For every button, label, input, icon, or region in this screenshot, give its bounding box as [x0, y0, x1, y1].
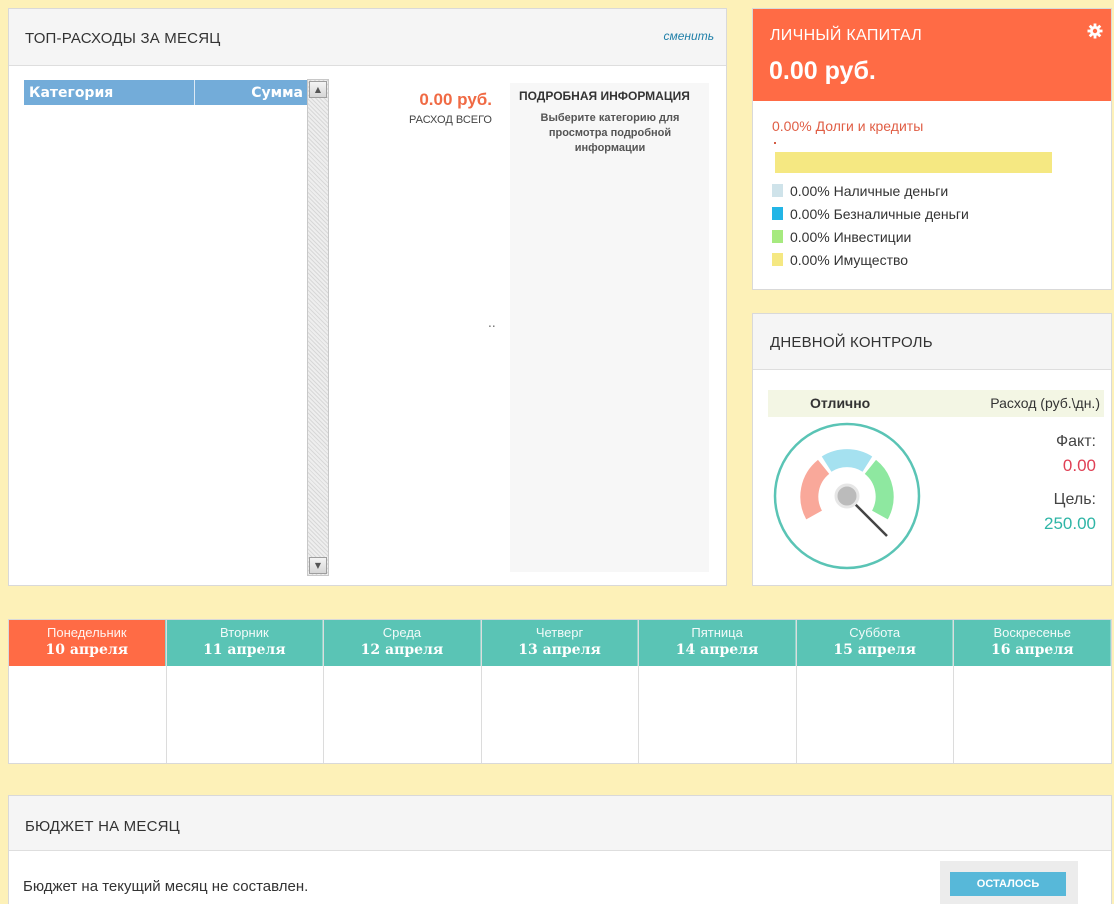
fact-label: Факт: [1055, 433, 1096, 450]
top-expenses-title: ТОП-РАСХОДЫ ЗА МЕСЯЦ [25, 30, 221, 47]
sum-column-header[interactable]: Сумма [195, 80, 307, 105]
day-date: 14 апреля [675, 642, 759, 658]
day-body[interactable] [954, 666, 1111, 764]
daily-unit: Расход (руб.\дн.) [990, 395, 1100, 411]
legend-item-property: 0.00% Имущество [772, 248, 969, 271]
speedometer-gauge [773, 422, 921, 570]
day-name: Суббота [849, 625, 901, 640]
day-column-saturday[interactable]: Суббота 15 апреля [796, 620, 955, 764]
budget-header: БЮДЖЕТ НА МЕСЯЦ [9, 796, 1111, 851]
daily-control-header: ДНЕВНОЙ КОНТРОЛЬ [753, 314, 1111, 370]
capital-header: ЛИЧНЫЙ КАПИТАЛ 0.00 руб. [753, 9, 1111, 101]
day-body[interactable] [324, 666, 481, 764]
legend-label: 0.00% Инвестиции [790, 228, 912, 245]
day-date: 12 апреля [360, 642, 444, 658]
remaining-button[interactable]: ОСТАЛОСЬ [950, 872, 1066, 896]
day-header: Воскресенье 16 апреля [954, 620, 1112, 666]
capital-title: ЛИЧНЫЙ КАПИТАЛ [770, 27, 923, 44]
day-column-friday[interactable]: Пятница 14 апреля [639, 620, 797, 763]
daily-status: Отлично [810, 395, 871, 411]
day-date: 10 апреля [45, 642, 129, 658]
day-header: Понедельник 10 апреля [9, 620, 166, 666]
capital-value: 0.00 руб. [769, 57, 876, 85]
day-name: Среда [382, 625, 422, 640]
category-column-header[interactable]: Категория [24, 80, 195, 105]
capital-legend: 0.00% Наличные деньги 0.00% Безналичные … [772, 179, 969, 271]
legend-swatch [772, 207, 783, 220]
arrow-up-icon[interactable]: ▲ [309, 81, 327, 98]
day-body[interactable] [797, 666, 954, 764]
day-header: Четверг 13 апреля [481, 620, 639, 666]
day-column-sunday[interactable]: Воскресенье 16 апреля [954, 620, 1112, 764]
day-header: Пятница 14 апреля [639, 620, 796, 666]
day-date: 15 апреля [833, 642, 916, 658]
legend-label: 0.00% Имущество [790, 251, 909, 268]
change-link[interactable]: сменить [664, 29, 714, 43]
total-expense-amount: 0.00 руб. [419, 90, 492, 109]
gear-icon[interactable] [1087, 23, 1103, 39]
total-expense-label: РАСХОД ВСЕГО [409, 114, 492, 126]
legend-swatch [772, 184, 783, 197]
day-name: Понедельник [47, 625, 127, 640]
legend-label: 0.00% Наличные деньги [790, 182, 949, 199]
day-column-thursday[interactable]: Четверг 13 апреля [481, 620, 640, 764]
chart-placeholder: .. [488, 316, 496, 330]
top-expenses-header: ТОП-РАСХОДЫ ЗА МЕСЯЦ сменить [9, 9, 726, 66]
day-name: Воскресенье [993, 625, 1071, 640]
day-name: Четверг [535, 625, 584, 640]
daily-control-panel: ДНЕВНОЙ КОНТРОЛЬ Отлично Расход (руб.\дн… [752, 313, 1112, 586]
debt-marker [774, 142, 776, 144]
debts-percentage: 0.00% Долги и кредиты [772, 118, 924, 134]
legend-swatch [772, 230, 783, 243]
week-calendar: Понедельник 10 апреля Вторник 11 апреля … [8, 619, 1112, 764]
day-header: Среда 12 апреля [324, 620, 481, 666]
budget-title: БЮДЖЕТ НА МЕСЯЦ [25, 818, 180, 835]
legend-item-cashless: 0.00% Безналичные деньги [772, 202, 969, 225]
daily-control-title: ДНЕВНОЙ КОНТРОЛЬ [770, 334, 933, 351]
fact-value: 0.00 [1062, 456, 1096, 475]
day-name: Вторник [220, 625, 269, 640]
legend-item-investments: 0.00% Инвестиции [772, 225, 969, 248]
remaining-box: ОСТАЛОСЬ [940, 861, 1078, 904]
week-grid: Понедельник 10 апреля Вторник 11 апреля … [9, 620, 1112, 764]
goal-value: 250.00 [1044, 514, 1096, 533]
day-column-tuesday[interactable]: Вторник 11 апреля [166, 620, 325, 764]
top-expenses-panel: ТОП-РАСХОДЫ ЗА МЕСЯЦ сменить Категория С… [8, 8, 727, 586]
legend-label: 0.00% Безналичные деньги [790, 205, 969, 222]
day-date: 13 апреля [518, 642, 601, 658]
legend-swatch [772, 253, 783, 266]
capital-structure-bar [775, 152, 1052, 173]
day-date: 11 апреля [203, 642, 286, 658]
detail-info-text: Выберите категорию для просмотра подробн… [540, 112, 680, 154]
day-body[interactable] [482, 666, 639, 764]
category-scrollbar[interactable]: ▲ ▼ [307, 79, 329, 576]
detail-info-title: ПОДРОБНАЯ ИНФОРМАЦИЯ [519, 89, 690, 103]
monthly-budget-panel: БЮДЖЕТ НА МЕСЯЦ Бюджет на текущий месяц … [8, 795, 1112, 904]
day-date: 16 апреля [990, 642, 1074, 658]
arrow-down-icon[interactable]: ▼ [309, 557, 327, 574]
daily-status-strip: Отлично Расход (руб.\дн.) [768, 390, 1104, 417]
legend-item-cash: 0.00% Наличные деньги [772, 179, 969, 202]
goal-label: Цель: [1053, 491, 1096, 508]
category-table-header: Категория Сумма [24, 80, 307, 105]
budget-message: Бюджет на текущий месяц не составлен. [23, 878, 309, 895]
day-header: Суббота 15 апреля [796, 620, 954, 666]
day-body[interactable] [9, 666, 166, 764]
day-header: Вторник 11 апреля [166, 620, 324, 666]
day-body[interactable] [639, 666, 796, 764]
detail-info-box: ПОДРОБНАЯ ИНФОРМАЦИЯ Выберите категорию … [510, 83, 709, 572]
day-body[interactable] [167, 666, 324, 764]
day-name: Пятница [691, 625, 743, 640]
day-column-monday[interactable]: Понедельник 10 апреля [9, 620, 167, 763]
day-column-wednesday[interactable]: Среда 12 апреля [324, 620, 482, 763]
personal-capital-panel: ЛИЧНЫЙ КАПИТАЛ 0.00 руб. 0.00% Долги и к… [752, 8, 1112, 290]
